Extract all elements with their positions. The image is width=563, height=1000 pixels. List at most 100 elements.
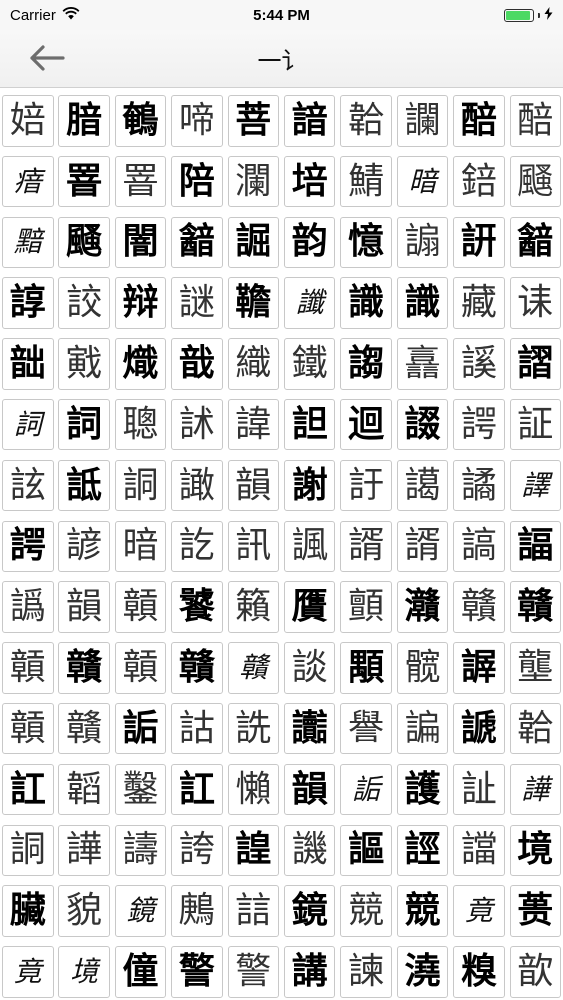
character-cell[interactable]: 詞	[2, 398, 54, 451]
character-cell[interactable]: 譽	[340, 702, 392, 755]
character-cell[interactable]: 詚	[283, 398, 336, 451]
character-cell[interactable]: 詬	[114, 702, 167, 755]
character-cell[interactable]: 詵	[227, 702, 280, 755]
character-cell[interactable]: 暗	[114, 520, 167, 573]
character-cell[interactable]: 訹	[171, 398, 223, 451]
character-cell[interactable]: 臟	[2, 885, 54, 937]
character-cell[interactable]: 謑	[453, 338, 505, 390]
character-cell[interactable]: 聰	[114, 398, 167, 451]
character-cell[interactable]: 境	[509, 824, 562, 877]
character-cell[interactable]: 韂	[227, 277, 280, 329]
character-cell[interactable]: 戠	[171, 338, 223, 390]
character-cell[interactable]: 識	[340, 277, 392, 329]
character-cell[interactable]: 饕	[171, 581, 223, 633]
character-cell[interactable]: 証	[509, 398, 562, 451]
character-cell[interactable]: 顒	[340, 642, 392, 694]
character-cell[interactable]: 鑿	[114, 763, 167, 816]
character-cell[interactable]: 灨	[396, 581, 449, 633]
character-cell[interactable]: 譯	[509, 459, 562, 512]
character-cell[interactable]: 贛	[58, 642, 110, 694]
character-cell[interactable]: 詨	[58, 277, 110, 329]
character-cell[interactable]: 講	[283, 946, 336, 998]
character-cell[interactable]: 戭	[58, 338, 110, 390]
character-cell[interactable]: 詃	[2, 459, 54, 512]
character-cell[interactable]: 譁	[509, 763, 562, 816]
character-cell[interactable]: 譶	[396, 338, 449, 390]
character-cell[interactable]: 讕	[396, 95, 449, 147]
character-cell[interactable]: 贋	[283, 581, 336, 633]
character-cell[interactable]: 競	[396, 885, 449, 937]
character-cell[interactable]: 闇	[114, 216, 167, 269]
character-cell[interactable]: 懶	[227, 763, 280, 816]
character-cell[interactable]: 誩	[227, 885, 280, 937]
character-cell[interactable]: 謵	[509, 338, 562, 390]
character-cell[interactable]: 詁	[171, 702, 223, 755]
back-button[interactable]	[26, 40, 68, 76]
character-cell[interactable]: 贛	[227, 642, 280, 694]
character-cell[interactable]: 諤	[453, 398, 505, 451]
character-cell[interactable]: 陪	[171, 155, 223, 208]
character-cell[interactable]: 瀾	[227, 155, 280, 208]
character-cell[interactable]: 鯖	[340, 155, 392, 208]
character-cell[interactable]: 諫	[340, 946, 392, 998]
character-cell[interactable]: 鏡	[114, 885, 167, 937]
character-cell[interactable]: 韻	[227, 459, 280, 512]
character-cell[interactable]: 謞	[453, 520, 505, 573]
character-cell[interactable]: 僮	[114, 946, 167, 998]
character-cell[interactable]: 諞	[396, 702, 449, 755]
character-cell[interactable]: 譎	[453, 459, 505, 512]
character-cell[interactable]: 藏	[453, 277, 505, 329]
character-cell[interactable]: 贑	[2, 702, 54, 755]
character-cell[interactable]: 菩	[227, 95, 280, 147]
character-cell[interactable]: 境	[58, 946, 110, 998]
character-cell[interactable]: 贑	[114, 581, 167, 633]
character-cell[interactable]: 譀	[171, 459, 223, 512]
character-cell[interactable]: 諝	[396, 520, 449, 573]
character-cell[interactable]: 誳	[227, 216, 280, 269]
character-cell[interactable]: 詷	[114, 459, 167, 512]
character-cell[interactable]: 颾	[58, 216, 110, 269]
character-cell[interactable]: 諺	[58, 520, 110, 573]
character-cell[interactable]: 詞	[58, 398, 110, 451]
character-cell[interactable]: 韜	[58, 763, 110, 816]
character-cell[interactable]: 韐	[509, 702, 562, 755]
character-cell[interactable]: 壟	[509, 642, 562, 694]
character-cell[interactable]: 訖	[171, 520, 223, 573]
character-cell[interactable]: 醅	[453, 95, 505, 147]
character-cell[interactable]: 詷	[2, 824, 54, 877]
character-cell[interactable]: 詽	[453, 216, 505, 269]
character-cell[interactable]: 詆	[58, 459, 110, 512]
character-cell[interactable]: 誙	[396, 824, 449, 877]
character-cell[interactable]: 韻	[283, 763, 336, 816]
character-cell[interactable]: 訊	[227, 520, 280, 573]
character-cell[interactable]: 贛	[509, 581, 562, 633]
character-cell[interactable]: 鐵	[283, 338, 336, 390]
character-cell[interactable]: 贛	[171, 642, 223, 694]
character-cell[interactable]: 競	[340, 885, 392, 937]
character-cell[interactable]: 譪	[396, 459, 449, 512]
character-cell[interactable]: 澆	[396, 946, 449, 998]
character-cell[interactable]: 蒉	[509, 885, 562, 937]
character-cell[interactable]: 訌	[171, 763, 223, 816]
character-cell[interactable]: 諳	[283, 95, 336, 147]
character-cell[interactable]: 貌	[58, 885, 110, 937]
character-cell[interactable]: 誇	[171, 824, 223, 877]
character-cell[interactable]: 韽	[509, 216, 562, 269]
character-cell[interactable]: 譁	[58, 824, 110, 877]
character-cell[interactable]: 竟	[2, 946, 54, 998]
character-cell[interactable]: 罯	[114, 155, 167, 208]
character-cell[interactable]: 罯	[58, 155, 110, 208]
character-cell[interactable]: 談	[283, 642, 336, 694]
character-cell[interactable]: 啼	[171, 95, 223, 147]
character-cell[interactable]: 髋	[396, 642, 449, 694]
character-cell[interactable]: 培	[283, 155, 336, 208]
character-cell[interactable]: 謳	[340, 824, 392, 877]
character-cell[interactable]: 籟	[227, 581, 280, 633]
character-cell[interactable]: 婄	[2, 95, 54, 147]
character-cell[interactable]: 诔	[509, 277, 562, 329]
character-cell[interactable]: 瘖	[2, 155, 54, 208]
character-cell[interactable]: 謝	[283, 459, 336, 512]
character-cell[interactable]: 護	[396, 763, 449, 816]
character-cell[interactable]: 謅	[340, 338, 392, 390]
character-cell[interactable]: 諻	[227, 824, 280, 877]
